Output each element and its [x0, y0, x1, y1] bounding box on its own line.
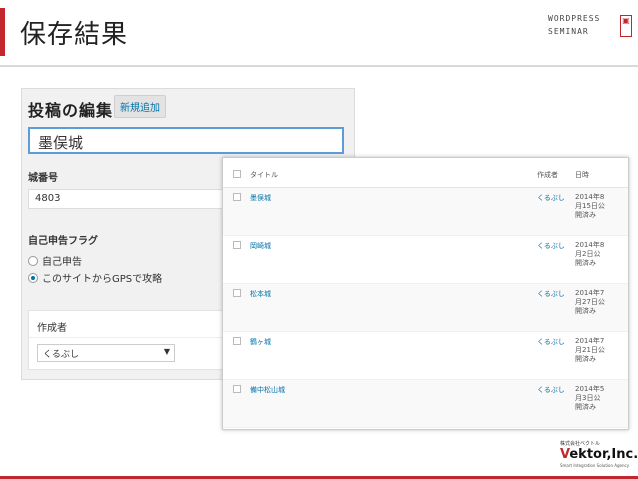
post-title-link[interactable]: 鶴ヶ城 — [250, 337, 271, 347]
radio-self-report[interactable]: 自己申告 — [28, 253, 82, 268]
post-row: 岡崎城 くるぶし 2014年8月2日公開済み — [223, 236, 628, 284]
post-title-link[interactable]: 墨俣城 — [250, 193, 271, 203]
post-date: 2014年7月27日公開済み — [575, 289, 605, 315]
column-author-header: 作成者 — [537, 171, 558, 179]
post-title-link[interactable]: 岡崎城 — [250, 241, 271, 251]
header-divider — [0, 65, 638, 67]
row-checkbox[interactable] — [233, 241, 241, 249]
company-name: Vektor,Inc. — [560, 447, 638, 462]
slide-header: 保存結果 WORDPRESS SEMINAR ▣ — [0, 0, 638, 67]
title-accent-bar — [0, 8, 5, 56]
post-date: 2014年8月2日公開済み — [575, 241, 605, 267]
row-checkbox[interactable] — [233, 337, 241, 345]
radio-label: 自己申告 — [42, 257, 82, 268]
author-box-label: 作成者 — [37, 323, 67, 334]
company-initial: V — [560, 447, 570, 462]
castle-number-label: 城番号 — [28, 173, 58, 184]
company-tagline: Smart Integration Solution Agency — [560, 463, 630, 468]
row-checkbox[interactable] — [233, 385, 241, 393]
row-checkbox[interactable] — [233, 289, 241, 297]
select-all-checkbox[interactable] — [233, 170, 241, 178]
self-report-flag-label: 自己申告フラグ — [28, 236, 98, 247]
post-date: 2014年8月15日公開済み — [575, 193, 605, 219]
vektor-logo: 株式会社ベクトル Vektor,Inc. Smart Integration S… — [560, 440, 638, 468]
brand-line2: SEMINAR — [548, 27, 589, 36]
radio-label: このサイトからGPSで攻略 — [42, 274, 163, 285]
post-list-header: タイトル 作成者 日時 — [223, 158, 628, 188]
row-checkbox[interactable] — [233, 193, 241, 201]
author-select[interactable]: くるぶし ▼ — [37, 344, 175, 362]
post-title-link[interactable]: 備中松山城 — [250, 385, 285, 395]
slide-title: 保存結果 — [20, 20, 129, 50]
column-date-header[interactable]: 日時 — [575, 170, 589, 180]
add-new-button[interactable]: 新規追加 — [114, 95, 166, 118]
post-author-link[interactable]: くるぶし — [537, 337, 565, 347]
brand-line1: WORDPRESS — [548, 14, 601, 23]
brand-mark-icon: ▣ — [620, 15, 632, 37]
post-date: 2014年5月3日公開済み — [575, 385, 605, 411]
edit-post-heading: 投稿の編集 — [28, 101, 114, 120]
post-title-input[interactable]: 墨俣城 — [28, 127, 344, 154]
post-list-panel: タイトル 作成者 日時 墨俣城 くるぶし 2014年8月15日公開済み 岡崎城 … — [222, 157, 629, 430]
radio-checked-icon[interactable] — [28, 272, 38, 283]
radio-icon[interactable] — [28, 255, 38, 266]
company-name-small: 株式会社ベクトル — [560, 441, 601, 447]
post-title-link[interactable]: 松本城 — [250, 289, 271, 299]
post-row: 備中松山城 くるぶし 2014年5月3日公開済み — [223, 380, 628, 428]
post-author-link[interactable]: くるぶし — [537, 193, 565, 203]
post-author-link[interactable]: くるぶし — [537, 289, 565, 299]
post-author-link[interactable]: くるぶし — [537, 385, 565, 395]
radio-gps-capture[interactable]: このサイトからGPSで攻略 — [28, 270, 162, 285]
post-author-link[interactable]: くるぶし — [537, 241, 565, 251]
company-name-rest: ektor,Inc. — [569, 447, 638, 462]
dropdown-arrow-icon: ▼ — [163, 347, 170, 356]
author-select-value: くるぶし — [43, 350, 79, 360]
column-title-header[interactable]: タイトル — [250, 170, 278, 180]
post-row: 松本城 くるぶし 2014年7月27日公開済み — [223, 284, 628, 332]
brand-logo: WORDPRESS SEMINAR ▣ — [548, 12, 632, 40]
post-row: 鶴ヶ城 くるぶし 2014年7月21日公開済み — [223, 332, 628, 380]
post-date: 2014年7月21日公開済み — [575, 337, 605, 363]
post-row: 墨俣城 くるぶし 2014年8月15日公開済み — [223, 188, 628, 236]
